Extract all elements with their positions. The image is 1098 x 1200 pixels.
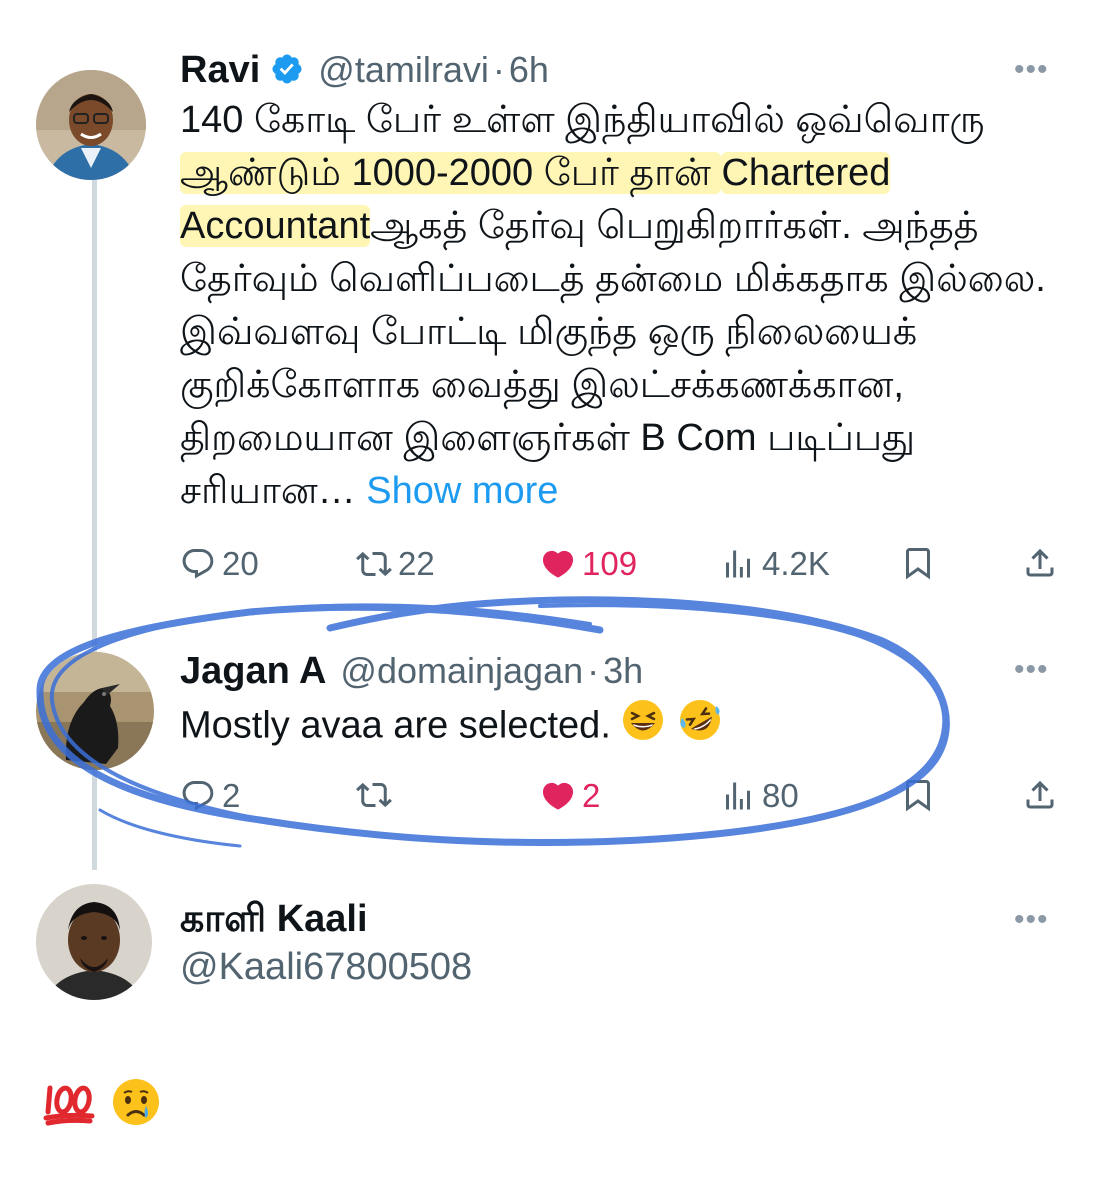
- like-icon: [542, 550, 574, 578]
- repost-button[interactable]: 22: [356, 545, 435, 583]
- bookmark-icon: [906, 548, 930, 580]
- tweet-line: இவ்வளவு போட்டி மிகுந்த ஒரு நிலையைக்: [180, 311, 918, 353]
- reply-button[interactable]: 2: [180, 777, 240, 815]
- tweet-line: Accountantஆகத் தேர்வு பெறுகிறார்கள். அந்…: [180, 200, 1060, 253]
- grin-squint-emoji: [621, 698, 665, 757]
- like-count: 109: [582, 545, 638, 582]
- avatar-ravi[interactable]: [36, 70, 146, 180]
- like-count: 2: [582, 777, 601, 814]
- reply-icon: [182, 781, 214, 811]
- reply-count: 2: [222, 777, 241, 814]
- author-handle[interactable]: @domainjagan: [340, 650, 583, 692]
- author-handle[interactable]: @Kaali67800508: [180, 946, 472, 989]
- reply-time[interactable]: 3h: [603, 650, 643, 692]
- share-button[interactable]: [1022, 545, 1064, 581]
- bookmark-icon: [906, 780, 930, 812]
- more-options-icon[interactable]: •••: [1014, 905, 1049, 935]
- compose-header: காளி Kaali: [180, 898, 368, 946]
- compose-handle-row: @Kaali67800508: [180, 946, 472, 989]
- views-button[interactable]: 4.2K: [720, 545, 830, 583]
- bookmark-button[interactable]: [900, 777, 942, 813]
- repost-count: 22: [398, 545, 435, 582]
- like-button[interactable]: 109: [540, 545, 637, 583]
- rofl-emoji: [676, 696, 724, 759]
- tweet-line-text: ஆகத் தேர்வு பெறுகிறார்கள். அந்தத்: [370, 205, 979, 247]
- show-more-link[interactable]: Show more: [366, 470, 558, 512]
- reply-icon: [182, 549, 214, 579]
- like-button[interactable]: 2: [540, 777, 600, 815]
- tweet-text: 140 கோடி பேர் உள்ள இந்தியாவில் ஒவ்வொரு ஆ…: [180, 94, 1060, 518]
- tweet-line-text: சரியான…: [180, 470, 367, 512]
- share-icon: [1026, 780, 1054, 809]
- highlighted-text: Chartered: [721, 152, 891, 194]
- repost-icon: [356, 551, 392, 577]
- more-options-icon[interactable]: •••: [1014, 655, 1049, 685]
- reply-text: Mostly avaa are selected.: [180, 696, 1060, 759]
- avatar-jagan[interactable]: [36, 652, 154, 770]
- views-icon: [726, 782, 750, 810]
- reply-count: 20: [222, 545, 259, 582]
- tweet-time[interactable]: 6h: [509, 49, 549, 91]
- tweet-line: திறமையான இளைஞர்கள் B Com படிப்பது: [180, 417, 916, 459]
- reply-header: Jagan A @domainjagan · 3h: [180, 650, 643, 693]
- author-name[interactable]: Ravi: [180, 49, 260, 92]
- like-icon: [542, 782, 574, 810]
- author-name[interactable]: Jagan A: [180, 650, 326, 693]
- views-count: 80: [762, 777, 799, 814]
- views-count: 4.2K: [762, 545, 830, 582]
- highlighted-text: Accountant: [180, 205, 371, 247]
- repost-button[interactable]: [356, 777, 398, 813]
- tweet-header: Ravi @tamilravi · 6h: [180, 48, 549, 92]
- author-name[interactable]: காளி Kaali: [180, 898, 368, 946]
- crying-face-emoji: [110, 1076, 162, 1133]
- tweet-line: குறிக்கோளாக வைத்து இலட்சக்கணக்கான,: [180, 364, 904, 406]
- bookmark-button[interactable]: [900, 545, 942, 581]
- reply-text-content: Mostly avaa are selected.: [180, 704, 611, 747]
- tweet-line: 140 கோடி பேர் உள்ள இந்தியாவில் ஒவ்வொரு: [180, 99, 985, 141]
- quote-text: [42, 1076, 162, 1133]
- share-button[interactable]: [1022, 777, 1064, 813]
- hundred-points-emoji: [42, 1078, 96, 1131]
- reply-button[interactable]: 20: [180, 545, 259, 583]
- verified-badge-icon: [270, 52, 304, 86]
- highlighted-text: ஆண்டும் 1000-2000 பேர் தான்: [180, 152, 722, 194]
- views-button[interactable]: 80: [720, 777, 799, 815]
- author-handle[interactable]: @tamilravi: [318, 49, 489, 91]
- separator-dot: ·: [587, 650, 600, 691]
- tweet-line: ஆண்டும் 1000-2000 பேர் தான் Chartered: [180, 147, 1060, 200]
- views-icon: [726, 550, 750, 578]
- share-icon: [1026, 548, 1054, 577]
- tweet-line: தேர்வும் வெளிப்படைத் தன்மை மிக்கதாக இல்ல…: [180, 258, 1046, 300]
- tweet-line: சரியான… Show more: [180, 465, 1060, 518]
- more-options-icon[interactable]: •••: [1014, 55, 1049, 85]
- separator-dot: ·: [492, 49, 505, 90]
- avatar-kaali[interactable]: [36, 884, 152, 1000]
- repost-icon: [356, 782, 392, 808]
